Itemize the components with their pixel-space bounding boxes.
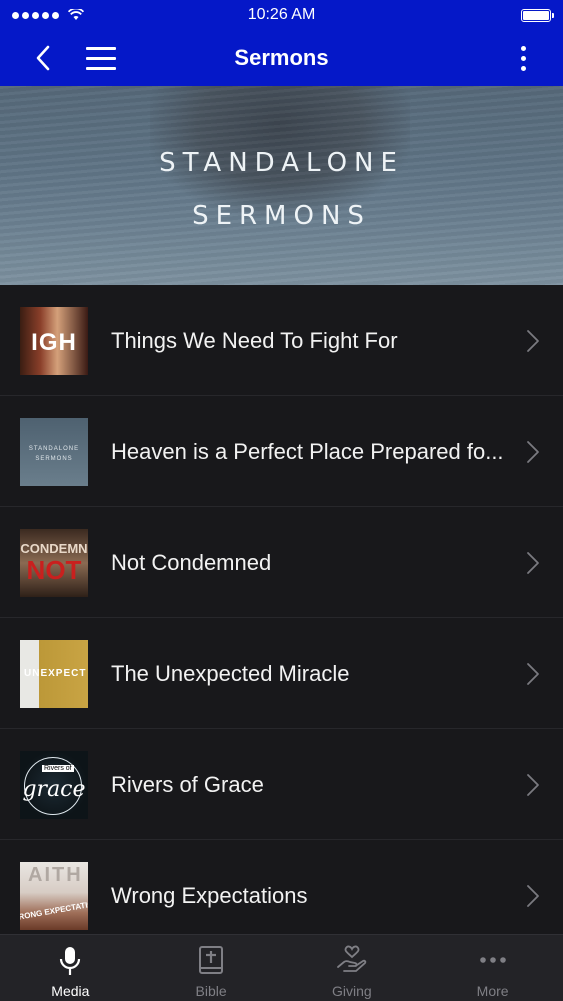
chevron-right-icon bbox=[527, 552, 539, 574]
status-time: 10:26 AM bbox=[247, 6, 316, 23]
battery-icon bbox=[521, 8, 554, 22]
tab-label: Bible bbox=[195, 983, 227, 999]
sermon-title: Things We Need To Fight For bbox=[111, 328, 398, 353]
chevron-left-icon bbox=[36, 45, 50, 71]
tab-label: More bbox=[476, 983, 509, 999]
sermon-title: Heaven is a Perfect Place Prepared fo... bbox=[111, 439, 504, 464]
sermon-title: The Unexpected Miracle bbox=[111, 661, 350, 686]
more-dots-icon bbox=[479, 957, 506, 963]
list-item[interactable]: IGH Things We Need To Fight For bbox=[0, 285, 563, 396]
chevron-right-icon bbox=[527, 774, 539, 796]
tab-more[interactable]: More bbox=[422, 935, 563, 1001]
chevron-right-icon bbox=[527, 330, 539, 352]
page-title: Sermons bbox=[234, 45, 329, 70]
signal-strength-icon bbox=[12, 9, 84, 21]
tab-giving[interactable]: Giving bbox=[282, 935, 423, 1001]
nav-bar: Sermons bbox=[0, 30, 563, 86]
sermon-title: Not Condemned bbox=[111, 550, 272, 575]
status-bar: 10:26 AM bbox=[0, 0, 563, 30]
list-item[interactable]: CONDEMN NOT Not Condemned bbox=[0, 507, 563, 618]
sermon-thumbnail: AITH RONG EXPECTATIO bbox=[20, 862, 88, 930]
banner-title-line2: SERMONS bbox=[192, 201, 371, 231]
sermon-thumbnail: IGH bbox=[20, 307, 88, 375]
chevron-right-icon bbox=[527, 663, 539, 685]
sermon-thumbnail: Rivers of grace bbox=[20, 751, 88, 819]
sermon-list: IGH Things We Need To Fight For STANDALO… bbox=[0, 285, 563, 951]
tab-label: Media bbox=[51, 983, 90, 999]
list-item[interactable]: Rivers of grace Rivers of Grace bbox=[0, 729, 563, 840]
back-button[interactable] bbox=[28, 42, 58, 74]
sermon-thumbnail: STANDALONE SERMONS bbox=[20, 418, 88, 486]
series-banner: STANDALONE SERMONS bbox=[0, 86, 563, 285]
sermon-thumbnail: CONDEMN NOT bbox=[20, 529, 88, 597]
sermon-thumbnail: UNEXPECT bbox=[20, 640, 88, 708]
chevron-right-icon bbox=[527, 885, 539, 907]
tab-media[interactable]: Media bbox=[0, 935, 141, 1001]
tab-bible[interactable]: Bible bbox=[141, 935, 282, 1001]
banner-title-line1: STANDALONE bbox=[159, 148, 404, 178]
list-item[interactable]: STANDALONE SERMONS Heaven is a Perfect Pl… bbox=[0, 396, 563, 507]
giving-hand-icon bbox=[336, 945, 367, 972]
tab-bar: Media Bible Giving More bbox=[0, 934, 563, 1001]
wifi-icon bbox=[68, 9, 84, 20]
more-vertical-icon[interactable] bbox=[513, 42, 533, 74]
tab-label: Giving bbox=[332, 983, 372, 999]
sermon-title: Rivers of Grace bbox=[111, 772, 264, 797]
bible-icon bbox=[199, 946, 224, 974]
microphone-icon bbox=[60, 947, 81, 975]
hamburger-menu-icon[interactable] bbox=[86, 44, 118, 72]
chevron-right-icon bbox=[527, 441, 539, 463]
list-item[interactable]: UNEXPECT The Unexpected Miracle bbox=[0, 618, 563, 729]
